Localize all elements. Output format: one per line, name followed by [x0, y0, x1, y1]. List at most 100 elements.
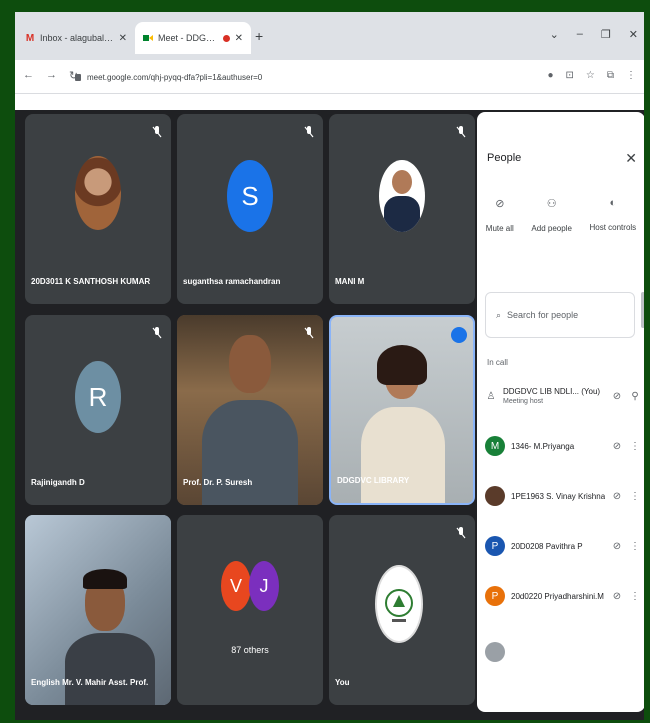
- tab-title: Inbox - alagubalamuthukkatu@gma: [40, 33, 114, 43]
- share-icon[interactable]: ⊡: [566, 70, 574, 81]
- avatar: P: [485, 536, 505, 556]
- gmail-icon: M: [25, 32, 35, 44]
- participant-name: DDGDVC LIB NDLI... (You): [503, 387, 601, 396]
- participant-name: 20D0208 Pavithra P: [511, 541, 583, 551]
- avatar: P: [485, 586, 505, 606]
- mic-off-icon: [456, 527, 466, 539]
- camera-icon[interactable]: ●: [547, 70, 553, 81]
- section-heading: In call: [487, 358, 508, 367]
- close-tab-icon[interactable]: ✕: [235, 33, 243, 44]
- shield-icon: ◐: [609, 197, 617, 209]
- participant-row[interactable]: P 20D0208 Pavithra P ⊘ ⋮: [485, 526, 641, 566]
- participant-row[interactable]: 1PE1963 S. Vinay Krishna ⊘ ⋮: [485, 476, 641, 516]
- avatar-initial: J: [259, 575, 269, 596]
- participant-name: 1PE1963 S. Vinay Krishna: [511, 491, 605, 501]
- avatar: V: [221, 561, 251, 611]
- participant-tile[interactable]: 20D3011 K SANTHOSH KUMAR: [25, 114, 171, 304]
- host-icon: ♙: [486, 390, 496, 402]
- participant-tile-self[interactable]: You: [329, 515, 475, 705]
- mic-off-icon[interactable]: ⊘: [611, 591, 623, 602]
- new-tab-button[interactable]: +: [255, 28, 263, 44]
- others-count: 87 others: [231, 645, 269, 655]
- participant-name: DDGDVC LIBRARY: [337, 476, 410, 485]
- participant-tile[interactable]: MANI M: [329, 114, 475, 304]
- participant-name: 20D3011 K SANTHOSH KUMAR: [31, 277, 151, 286]
- forward-icon[interactable]: →: [46, 69, 57, 82]
- participant-photo: [379, 160, 425, 232]
- mic-off-icon: ⊘: [495, 198, 505, 210]
- mic-off-icon[interactable]: ⊘: [611, 391, 623, 402]
- scrollbar[interactable]: [641, 292, 644, 328]
- host-controls-button[interactable]: ◐ Host controls: [589, 197, 636, 233]
- avatar-initial: V: [229, 575, 242, 596]
- add-person-icon: ⚇: [546, 198, 557, 210]
- participant-tile[interactable]: English Mr. V. Mahir Asst. Prof.: [25, 515, 171, 705]
- browser-window: M Inbox - alagubalamuthukkatu@gma ✕ Meet…: [15, 12, 644, 720]
- participant-row-partial[interactable]: [485, 632, 641, 672]
- participant-row[interactable]: ♙ DDGDVC LIB NDLI... (You) Meeting host …: [485, 376, 641, 416]
- avatar: [485, 642, 505, 662]
- action-label: Host controls: [589, 223, 637, 232]
- more-options-icon[interactable]: ⋮: [629, 491, 641, 502]
- library-logo-avatar: [375, 565, 423, 643]
- mic-off-icon: [152, 126, 162, 138]
- avatar-initial: M: [490, 440, 500, 452]
- more-options-icon[interactable]: ⋮: [629, 541, 641, 552]
- mic-off-icon[interactable]: ⊘: [611, 441, 623, 452]
- search-input[interactable]: ⌕ Search for people: [485, 292, 635, 338]
- avatar-initial: P: [491, 540, 499, 552]
- participant-tile[interactable]: S suganthsa ramachandran: [177, 114, 323, 304]
- participant-tile[interactable]: R Rajinigandh D: [25, 315, 171, 505]
- page-top-strip: [15, 94, 644, 110]
- participant-name: suganthsa ramachandran: [183, 277, 281, 286]
- close-tab-icon[interactable]: ✕: [119, 33, 127, 44]
- mic-off-icon[interactable]: ⊘: [611, 491, 623, 502]
- add-people-button[interactable]: ⚇ Add people: [531, 197, 571, 233]
- browser-tools: ● ⊡ ☆ ⧉ ⋮: [547, 70, 636, 81]
- avatar-initial: R: [88, 381, 108, 412]
- url-field[interactable]: meet.google.com/qhj-pyqq-dfa?pli=1&authu…: [75, 66, 495, 88]
- close-panel-button[interactable]: ✕: [625, 150, 637, 167]
- participant-name: 1346- M.Priyanga: [511, 441, 575, 451]
- close-window-icon[interactable]: ✕: [629, 28, 638, 41]
- participant-tile-others[interactable]: V J 87 others: [177, 515, 323, 705]
- participant-video: [177, 315, 323, 505]
- participant-tile[interactable]: Prof. Dr. P. Suresh: [177, 315, 323, 505]
- avatar: M: [485, 436, 505, 456]
- mic-off-icon: [304, 126, 314, 138]
- minimize-icon[interactable]: –: [577, 28, 583, 41]
- mic-off-icon: [456, 126, 466, 138]
- participant-row[interactable]: M 1346- M.Priyanga ⊘ ⋮: [485, 426, 641, 466]
- pin-icon[interactable]: ⚲: [629, 391, 641, 402]
- more-options-icon[interactable]: ⋮: [629, 591, 641, 602]
- search-icon: ⌕: [496, 309, 502, 320]
- action-label: Add people: [531, 224, 572, 233]
- nav-buttons: ← → ↻: [23, 69, 78, 82]
- tab-gmail[interactable]: M Inbox - alagubalamuthukkatu@gma ✕: [17, 22, 135, 54]
- speaking-indicator-icon: [451, 327, 467, 343]
- avatar: J: [249, 561, 279, 611]
- participant-video: [25, 515, 171, 705]
- mute-all-button[interactable]: ⊘ Mute all: [486, 197, 514, 233]
- tab-title: Meet - DDGDVC Library NDLI: [158, 33, 218, 43]
- avatar: [485, 486, 505, 506]
- avatar-initial: P: [491, 590, 499, 602]
- restore-icon[interactable]: ❐: [601, 28, 611, 41]
- mic-off-icon[interactable]: ⊘: [611, 541, 623, 552]
- back-icon[interactable]: ←: [23, 69, 34, 82]
- action-label: Mute all: [485, 224, 514, 233]
- college-emblem-icon: [385, 589, 413, 622]
- more-options-icon[interactable]: ⋮: [629, 441, 641, 452]
- avatar: R: [75, 361, 121, 433]
- menu-icon[interactable]: ⋮: [626, 70, 636, 81]
- participant-row[interactable]: P 20d0220 Priyadharshini.M ⊘ ⋮: [485, 576, 641, 616]
- tab-search-icon[interactable]: ⌄: [550, 28, 559, 41]
- search-placeholder: Search for people: [507, 310, 579, 320]
- extensions-icon[interactable]: ⧉: [607, 70, 614, 81]
- participant-name: Prof. Dr. P. Suresh: [183, 478, 253, 487]
- tab-meet[interactable]: Meet - DDGDVC Library NDLI ✕: [135, 22, 251, 54]
- participant-name: English Mr. V. Mahir Asst. Prof.: [31, 678, 149, 687]
- people-panel: People ✕ ⊘ Mute all ⚇ Add people ◐ Host …: [477, 112, 644, 712]
- star-icon[interactable]: ☆: [586, 70, 595, 81]
- participant-tile-active-speaker[interactable]: DDGDVC LIBRARY: [329, 315, 475, 505]
